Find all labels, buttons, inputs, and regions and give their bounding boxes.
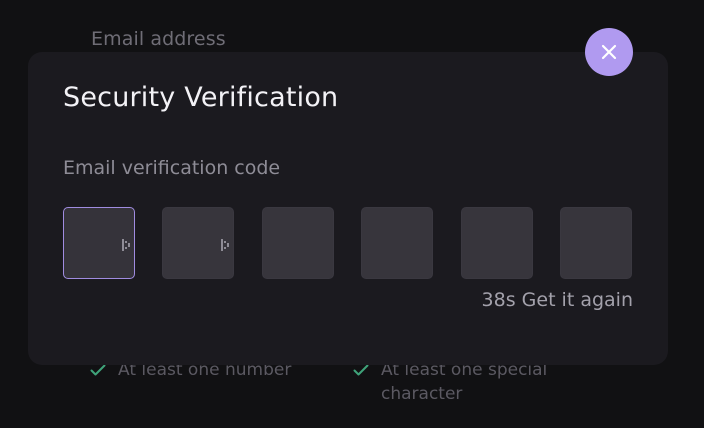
code-digit-2[interactable] (162, 207, 235, 279)
email-address-label: Email address (91, 28, 226, 50)
close-icon (601, 44, 617, 60)
code-digit-3[interactable] (261, 207, 334, 279)
requirement-label: At least one special character (381, 360, 548, 404)
code-digit-5[interactable] (460, 207, 533, 279)
resend-label: Get it again (521, 289, 633, 311)
code-digit-1[interactable] (63, 207, 135, 279)
email-code-label: Email verification code (63, 157, 281, 179)
autofill-icon (221, 239, 230, 251)
code-digit-4[interactable] (361, 207, 434, 279)
autofill-icon (122, 239, 130, 251)
code-input-group (63, 207, 632, 279)
resend-timer: 38s (481, 289, 516, 311)
close-button[interactable] (585, 28, 633, 76)
security-verification-dialog: Security Verification Email verification… (28, 52, 668, 365)
resend-code-link[interactable]: 38s Get it again (482, 289, 633, 311)
code-digit-6[interactable] (559, 207, 632, 279)
dialog-title: Security Verification (63, 82, 339, 113)
requirement-special-character: At least one special character (353, 358, 553, 406)
